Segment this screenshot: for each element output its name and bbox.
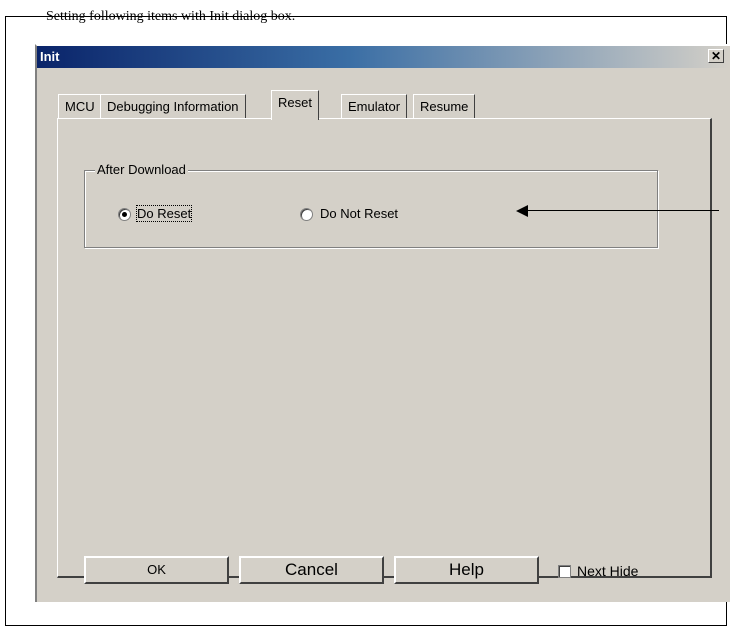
- help-button[interactable]: Help: [394, 556, 539, 584]
- dialog-title: Init: [40, 49, 60, 64]
- do-not-reset-label[interactable]: Do Not Reset: [320, 206, 398, 221]
- next-hide-label[interactable]: Next Hide: [577, 563, 638, 579]
- init-dialog: Init ✕ MCU Debugging Information Reset E…: [35, 44, 730, 602]
- radio-selected-dot: [122, 212, 127, 217]
- pointer-arrow-line: [527, 210, 719, 211]
- tab-resume[interactable]: Resume: [413, 94, 476, 118]
- caption-text: Setting following items with Init dialog…: [46, 9, 296, 24]
- tab-debugging-information[interactable]: Debugging Information: [100, 94, 246, 118]
- tab-reset[interactable]: Reset: [271, 90, 319, 120]
- do-not-reset-radio[interactable]: [300, 208, 313, 221]
- tab-mcu[interactable]: MCU: [58, 94, 102, 118]
- ok-button[interactable]: OK: [84, 556, 229, 584]
- after-download-label: After Download: [95, 162, 188, 177]
- do-reset-label[interactable]: Do Reset: [135, 205, 193, 222]
- do-reset-radio[interactable]: [118, 208, 131, 221]
- next-hide-checkbox[interactable]: [558, 565, 571, 578]
- title-bar[interactable]: Init ✕: [37, 46, 730, 68]
- arrow-head-icon: [516, 205, 528, 217]
- cancel-button[interactable]: Cancel: [239, 556, 384, 584]
- close-icon[interactable]: ✕: [708, 49, 724, 63]
- tab-emulator[interactable]: Emulator: [341, 94, 408, 118]
